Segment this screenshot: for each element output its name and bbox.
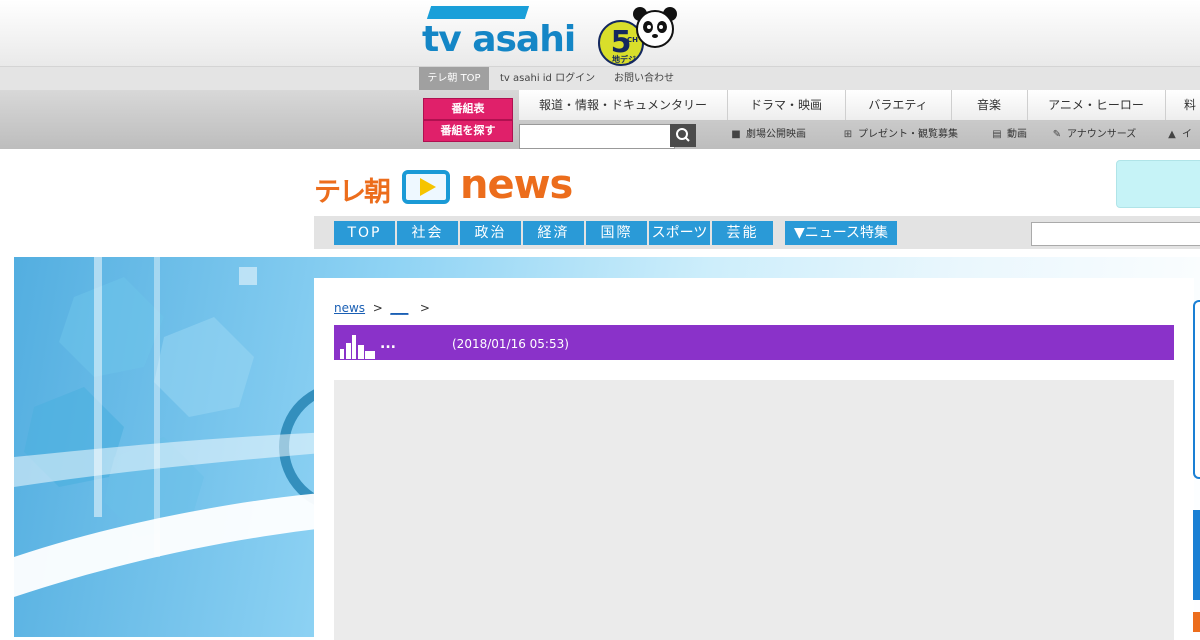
sidebar-banner[interactable]: [1193, 510, 1200, 600]
category-variety[interactable]: バラエティ: [845, 90, 952, 120]
tab-news-features[interactable]: ▼ニュース特集: [785, 221, 897, 245]
city-skyline-icon: [340, 335, 375, 359]
tab-economy[interactable]: 経済: [523, 221, 584, 245]
category-music[interactable]: 音楽: [951, 90, 1028, 120]
category-anime-hero[interactable]: アニメ・ヒーロー: [1027, 90, 1166, 120]
video-label: 動画: [1007, 129, 1027, 140]
site-search-button[interactable]: [670, 124, 696, 147]
news-logo-word: news: [460, 162, 573, 208]
event-link[interactable]: ▲ イ: [1166, 126, 1192, 144]
contact-link[interactable]: お問い合わせ: [614, 67, 674, 90]
tere-asa-news-logo[interactable]: テレ朝 news: [314, 156, 584, 211]
tab-international[interactable]: 国際: [586, 221, 647, 245]
announcers-link[interactable]: ✎ アナウンサーズ: [1051, 126, 1137, 144]
tab-politics[interactable]: 政治: [460, 221, 521, 245]
sub-navigation: テレ朝 TOP tv asahi id ログイン お問い合わせ: [0, 66, 1200, 90]
logo-text: tv asahi: [422, 19, 576, 60]
tere-asa-top-link[interactable]: テレ朝 TOP: [419, 67, 489, 90]
microphone-icon: ✎: [1052, 129, 1062, 140]
video-link[interactable]: ▤ 動画: [991, 126, 1027, 144]
article-header-bar: ... (2018/01/16 05:53): [334, 325, 1174, 360]
category-cooking[interactable]: 料: [1165, 90, 1200, 120]
person-icon: ▲: [1168, 129, 1176, 140]
find-program-button[interactable]: 番組を探す: [423, 120, 513, 142]
panda-mascot-icon: [633, 7, 677, 48]
breadcrumb-separator: >: [372, 301, 383, 315]
sidebar-banner-2[interactable]: [1193, 612, 1200, 632]
video-camera-icon: ■: [731, 129, 741, 140]
tv-asahi-header: tv asahi 5 CH 地デジ: [0, 0, 1200, 66]
article-title: ...: [380, 336, 396, 352]
channel-sub: 地デジ: [612, 55, 636, 64]
sidebar-panel: [1193, 300, 1200, 479]
breadcrumb-separator-2: >: [419, 301, 430, 315]
event-label: イ: [1182, 129, 1192, 140]
present-label: プレゼント・観覧募集: [858, 129, 958, 140]
tv-asahi-logo[interactable]: tv asahi 5 CH 地デジ: [420, 2, 680, 66]
tab-society[interactable]: 社会: [397, 221, 458, 245]
video-player[interactable]: [334, 380, 1174, 640]
news-search-input[interactable]: [1031, 222, 1200, 246]
tab-top[interactable]: TOP: [334, 221, 395, 245]
category-bar: 報道・情報・ドキュメンタリー ドラマ・映画 バラエティ 音楽 アニメ・ヒーロー …: [519, 90, 1200, 121]
present-link[interactable]: ⊞ プレゼント・観覧募集: [842, 126, 958, 144]
tab-sports[interactable]: スポーツ: [649, 221, 710, 245]
article-date: (2018/01/16 05:53): [452, 337, 569, 351]
tab-entertainment[interactable]: 芸能: [712, 221, 773, 245]
site-search-input[interactable]: [519, 124, 675, 149]
theatrical-movies-label: 劇場公開映画: [746, 129, 806, 140]
breadcrumb-section-link[interactable]: ___: [390, 301, 408, 315]
gift-icon: ⊞: [843, 129, 853, 140]
ad-banner[interactable]: [1116, 160, 1200, 208]
play-icon: [420, 178, 436, 196]
breadcrumb-home-link[interactable]: news: [334, 301, 365, 315]
theatrical-movies-link[interactable]: ■ 劇場公開映画: [730, 126, 806, 144]
search-icon: [676, 128, 690, 142]
announcers-label: アナウンサーズ: [1067, 129, 1137, 140]
film-icon: ▤: [992, 129, 1002, 140]
main-navigation: 番組表 番組を探す 報道・情報・ドキュメンタリー ドラマ・映画 バラエティ 音楽…: [0, 90, 1200, 149]
tv-asahi-id-login-link[interactable]: tv asahi id ログイン: [500, 67, 595, 90]
breadcrumb: news > ___ >: [334, 300, 430, 316]
category-drama-movie[interactable]: ドラマ・映画: [727, 90, 846, 120]
news-logo-prefix: テレ朝: [314, 177, 391, 208]
program-guide-button[interactable]: 番組表: [423, 98, 513, 120]
category-news-info[interactable]: 報道・情報・ドキュメンタリー: [519, 90, 728, 120]
